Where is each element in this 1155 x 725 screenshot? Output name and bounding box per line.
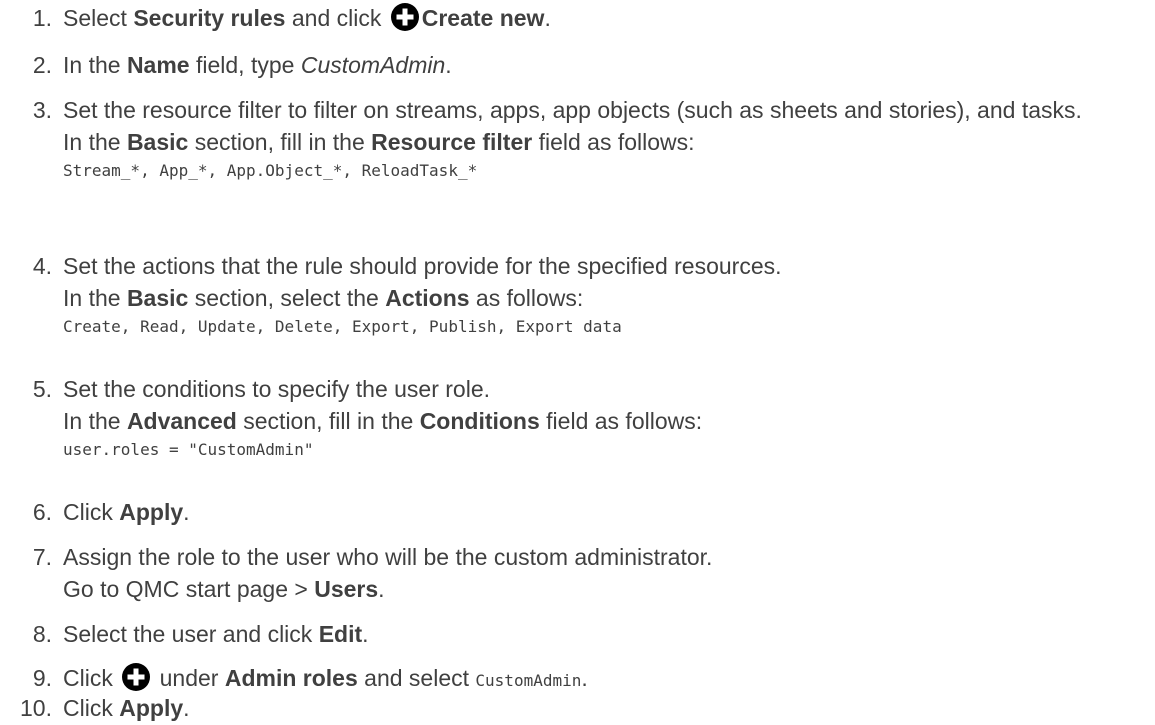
text: .	[581, 665, 588, 691]
step-body: Select Security rules and click Create n…	[63, 2, 1150, 34]
text: In the	[63, 408, 127, 434]
users-label: Users	[314, 576, 379, 602]
code-snippet: user.roles = "CustomAdmin"	[63, 440, 314, 459]
step-text: Set the conditions to specify the user r…	[63, 376, 491, 402]
advanced-label: Advanced	[126, 408, 237, 434]
plus-circle-icon	[390, 2, 420, 32]
text: Select the user and click	[63, 621, 319, 647]
step-line: Click Apply.	[63, 692, 1150, 724]
code-snippet: Stream_*, App_*, App.Object_*, ReloadTas…	[63, 161, 478, 180]
apply-label: Apply	[119, 499, 184, 525]
name-label: Name	[126, 52, 190, 78]
text: section, fill in the	[188, 129, 372, 155]
plus-circle-icon	[121, 662, 151, 692]
text: field, type	[189, 52, 301, 78]
step-number: 6.	[32, 499, 52, 525]
text: field as follows:	[539, 408, 703, 434]
step-line: Click Apply.	[63, 496, 1150, 528]
text: Go to QMC start page >	[63, 576, 315, 602]
step-line: Select Security rules and click Create n…	[63, 2, 1150, 34]
text: .	[544, 5, 551, 31]
basic-label: Basic	[126, 129, 189, 155]
text: field as follows:	[532, 129, 695, 155]
step-line: Select the user and click Edit.	[63, 618, 1150, 650]
text: .	[378, 576, 385, 602]
admin-roles-label: Admin roles	[224, 665, 358, 691]
code-snippet: Create, Read, Update, Delete, Export, Pu…	[63, 317, 622, 336]
step-body: Set the resource filter to filter on str…	[63, 94, 1150, 184]
step-number: 1.	[32, 5, 52, 31]
text: .	[183, 695, 190, 721]
step-body: Set the conditions to specify the user r…	[63, 373, 1150, 463]
text: In the	[63, 285, 127, 311]
step-line: In the Advanced section, fill in the Con…	[63, 405, 1150, 437]
text: In the	[63, 52, 127, 78]
text: as follows:	[469, 285, 584, 311]
text: and click	[285, 5, 388, 31]
step-line: In the Name field, type CustomAdmin.	[63, 49, 1150, 81]
security-rules-label: Security rules	[133, 5, 286, 31]
custom-admin-code: CustomAdmin	[475, 671, 582, 690]
step-number: 3.	[32, 97, 52, 123]
text: In the	[63, 129, 127, 155]
apply-label: Apply	[119, 695, 184, 721]
step-number: 9.	[32, 665, 52, 691]
step-body: Assign the role to the user who will be …	[63, 541, 1150, 605]
text: section, fill in the	[236, 408, 420, 434]
text: section, select the	[188, 285, 386, 311]
step-line: In the Basic section, fill in the Resour…	[63, 126, 1150, 158]
text: .	[183, 499, 190, 525]
text: Select	[63, 5, 134, 31]
text: Click	[63, 695, 120, 721]
text: .	[362, 621, 369, 647]
step-body: In the Name field, type CustomAdmin.	[63, 49, 1150, 81]
step-text: Set the resource filter to filter on str…	[63, 97, 1082, 123]
basic-label: Basic	[126, 285, 189, 311]
step-line: Go to QMC start page > Users.	[63, 573, 1150, 605]
resource-filter-label: Resource filter	[371, 129, 533, 155]
step-number: 10.	[20, 695, 52, 721]
text: Click	[63, 499, 120, 525]
step-text: Assign the role to the user who will be …	[63, 544, 713, 570]
step-number: 7.	[32, 544, 52, 570]
step-body: Select the user and click Edit.	[63, 618, 1150, 650]
text: Click	[63, 665, 120, 691]
step-text: Set the actions that the rule should pro…	[63, 253, 782, 279]
step-number: 2.	[32, 52, 52, 78]
step-body: Click Apply.	[63, 496, 1150, 528]
custom-admin-value: CustomAdmin	[300, 52, 446, 78]
edit-label: Edit	[318, 621, 363, 647]
step-line: In the Basic section, select the Actions…	[63, 282, 1150, 314]
create-new-label: Create new	[421, 5, 545, 31]
text: under	[153, 665, 225, 691]
step-body: Click Apply.	[63, 692, 1150, 724]
step-body: Set the actions that the rule should pro…	[63, 250, 1150, 340]
text: .	[445, 52, 452, 78]
step-number: 5.	[32, 376, 52, 402]
step-number: 8.	[32, 621, 52, 647]
text: and select	[357, 665, 476, 691]
conditions-label: Conditions	[419, 408, 540, 434]
actions-label: Actions	[385, 285, 470, 311]
step-number: 4.	[32, 253, 52, 279]
